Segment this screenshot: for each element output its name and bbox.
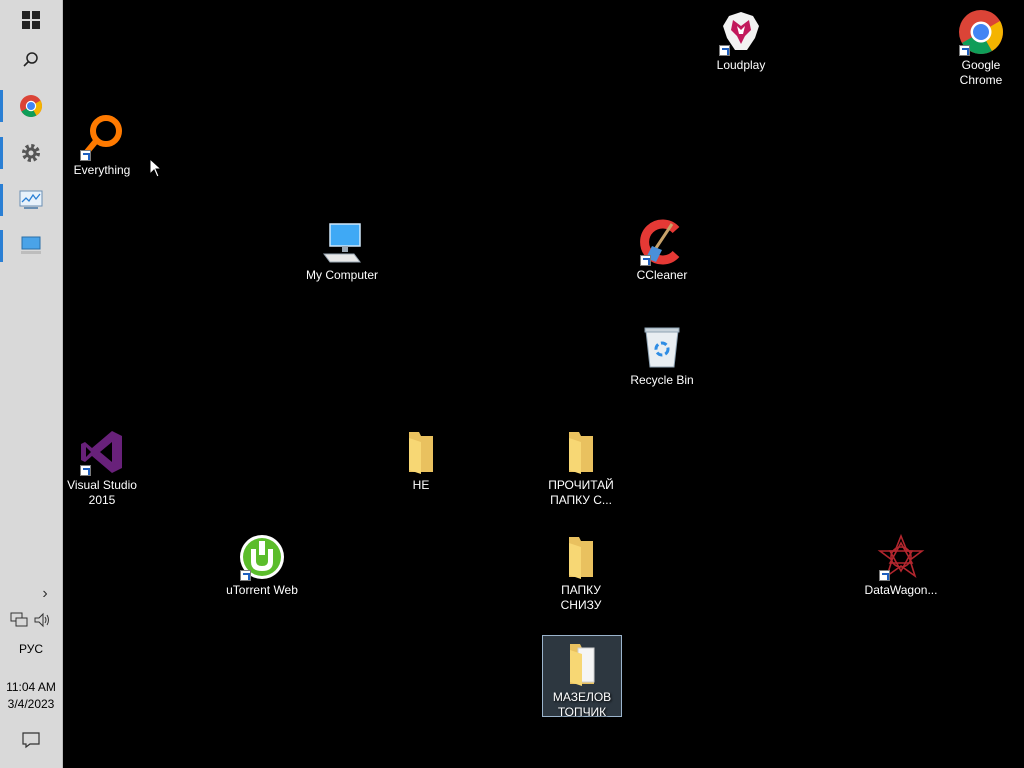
desktop-icon-folder-papku-snizu[interactable]: ПАПКУ СНИЗУ (541, 529, 621, 612)
action-center-button[interactable] (0, 720, 62, 760)
desktop-icon-label: uTorrent Web (226, 583, 298, 597)
desktop-icon-label: Visual Studio 2015 (67, 478, 137, 507)
desktop-icon-everything[interactable]: Everything (62, 109, 142, 191)
tray-icons (0, 605, 62, 635)
desktop-icon-label: МАЗЕЛОВ ТОПЧИК (552, 690, 612, 719)
mouse-cursor-icon (149, 158, 163, 178)
windows-logo-icon (22, 11, 40, 29)
chevron-right-icon: › (42, 585, 48, 602)
search-icon (23, 52, 38, 67)
recycle-bin-icon (644, 327, 680, 368)
folder-icon (569, 432, 593, 474)
desktop-icon-label: Recycle Bin (630, 373, 694, 387)
shortcut-arrow-icon (640, 255, 651, 266)
desktop-icon-label: Everything (73, 163, 131, 177)
shortcut-arrow-icon (959, 45, 970, 56)
start-button[interactable] (0, 0, 62, 40)
taskbar: › РУС 11:04 AM 3/4/2023 (0, 0, 63, 768)
desktop-icon-loudplay[interactable]: Loudplay (701, 4, 781, 86)
taskbar-remote-desktop-button[interactable] (0, 226, 62, 266)
folder-icon (409, 432, 433, 474)
search-button[interactable] (0, 40, 62, 80)
desktop-icon-label: My Computer (305, 268, 379, 282)
desktop-icon-recycle-bin[interactable]: Recycle Bin (622, 319, 702, 401)
desktop-icon-label: ПАПКУ СНИЗУ (560, 583, 602, 612)
desktop-icon-visual-studio[interactable]: Visual Studio 2015 (62, 424, 142, 507)
folder-with-document-icon (570, 644, 595, 686)
taskbar-task-manager-button[interactable] (0, 180, 62, 220)
desktop-icon-folder-ne[interactable]: НЕ (381, 424, 461, 506)
desktop-icon-folder-mazelov-topchik[interactable]: МАЗЕЛОВ ТОПЧИК (542, 635, 622, 719)
desktop-icon-label: НЕ (412, 478, 430, 492)
desktop-icon-utorrent-web[interactable]: uTorrent Web (222, 529, 302, 611)
network-icon[interactable] (10, 612, 28, 628)
volume-icon[interactable] (34, 612, 52, 628)
notification-icon (22, 732, 40, 749)
shortcut-arrow-icon (879, 570, 890, 581)
gear-icon (22, 144, 40, 162)
desktop-icon-label: Loudplay (716, 58, 766, 72)
monitor-icon (21, 236, 41, 254)
computer-icon (323, 223, 361, 263)
desktop-icon-label: DataWagon... (864, 583, 938, 597)
taskbar-settings-button[interactable] (0, 133, 62, 173)
folder-icon (569, 537, 593, 579)
desktop-icon-datawagon[interactable]: DataWagon... (861, 529, 941, 611)
clock-time[interactable]: 11:04 AM (0, 680, 62, 694)
shortcut-arrow-icon (80, 150, 91, 161)
desktop: Loudplay Google Chrome Everything My Com… (62, 0, 1024, 768)
shortcut-arrow-icon (80, 465, 91, 476)
desktop-icon-label: ПРОЧИТАЙ ПАПКУ С... (548, 478, 614, 507)
clock-date[interactable]: 3/4/2023 (0, 697, 62, 711)
desktop-icon-google-chrome[interactable]: Google Chrome (941, 4, 1021, 87)
shortcut-arrow-icon (240, 570, 251, 581)
desktop-icon-label: CCleaner (636, 268, 688, 282)
taskbar-chrome-button[interactable] (0, 86, 62, 126)
desktop-icon-label: Google Chrome (959, 58, 1003, 87)
chrome-icon (20, 95, 42, 117)
language-indicator[interactable]: РУС (0, 642, 62, 656)
desktop-icon-folder-prochitai[interactable]: ПРОЧИТАЙ ПАПКУ С... (541, 424, 621, 507)
desktop-icon-ccleaner[interactable]: CCleaner (622, 214, 702, 296)
desktop-icon-my-computer[interactable]: My Computer (302, 214, 382, 296)
task-manager-icon (19, 190, 43, 209)
shortcut-arrow-icon (719, 45, 730, 56)
